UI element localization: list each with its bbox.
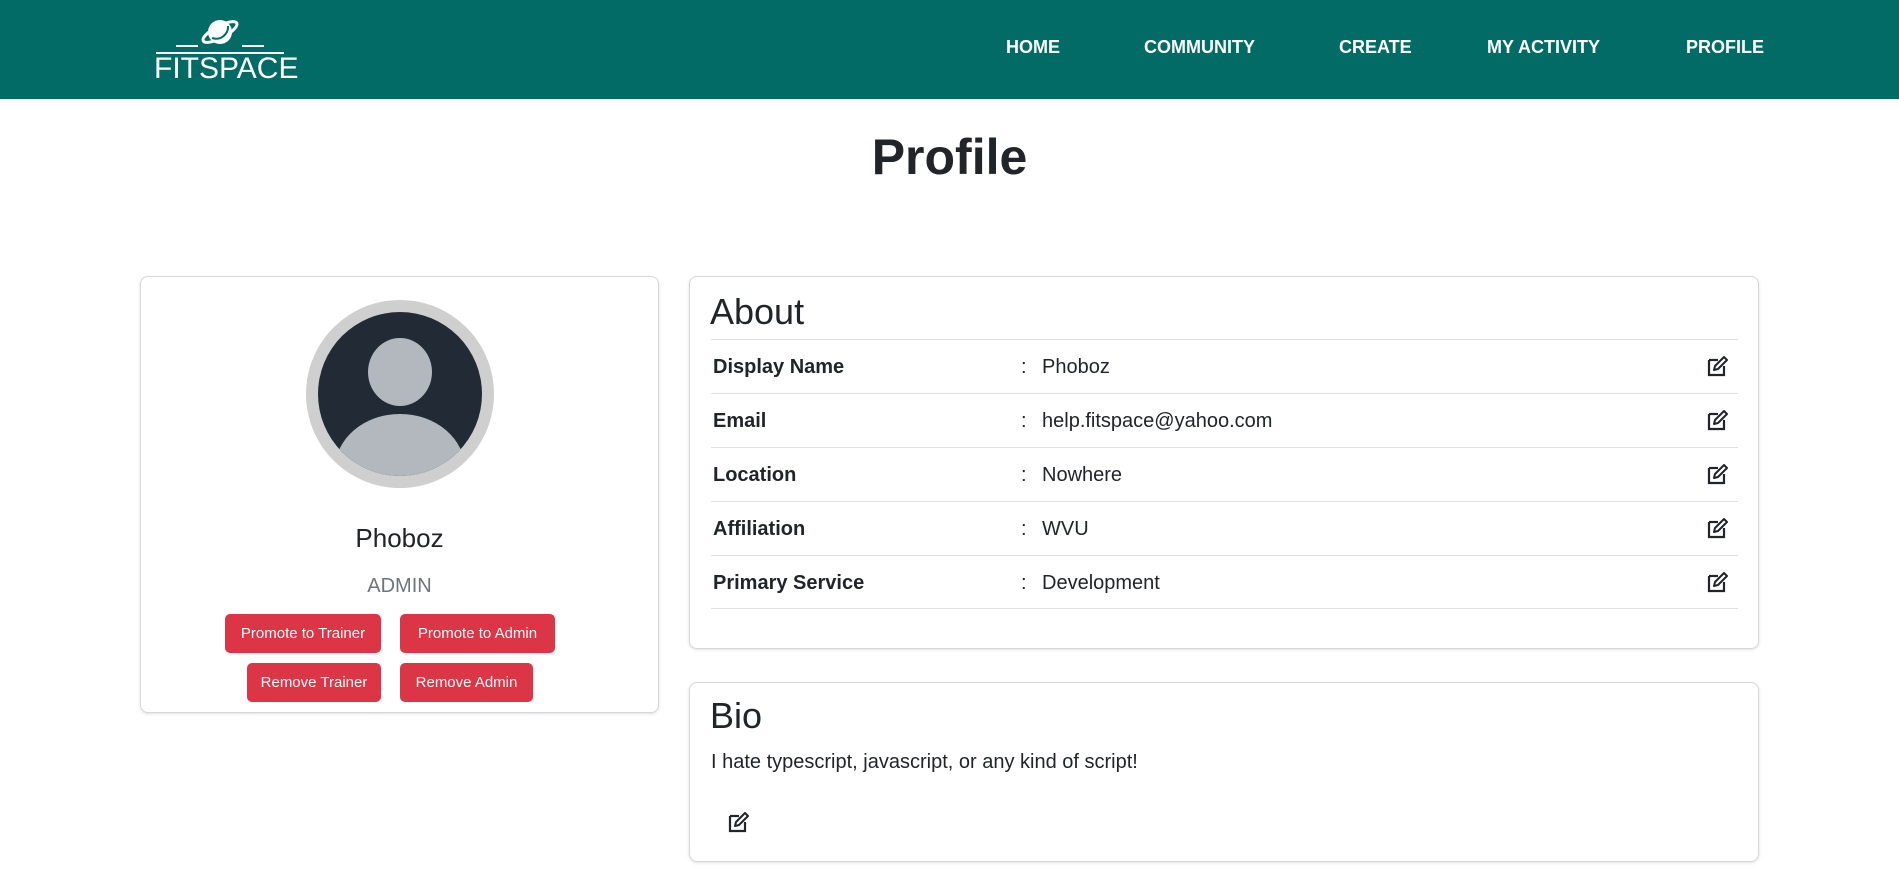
user-name: Phoboz (355, 523, 444, 553)
about-row-location: Location : Nowhere (711, 447, 1738, 501)
about-row-primary-service: Primary Service : Development (711, 555, 1738, 609)
promote-trainer-button[interactable]: Promote to Trainer (225, 614, 381, 653)
nav-home[interactable]: HOME (1006, 37, 1060, 58)
avatar (306, 300, 494, 488)
row-separator: : (1021, 518, 1027, 540)
nav-my-activity[interactable]: MY ACTIVITY (1487, 37, 1600, 58)
user-card: Phoboz ADMIN Promote to Trainer Promote … (140, 276, 659, 713)
edit-icon[interactable] (725, 810, 751, 836)
navbar: FITSPACE HOME COMMUNITY CREATE MY ACTIVI… (0, 0, 1899, 99)
edit-icon[interactable] (1704, 516, 1730, 542)
row-separator: : (1021, 572, 1027, 594)
row-separator: : (1021, 356, 1027, 378)
planet-icon (156, 20, 284, 54)
remove-admin-button[interactable]: Remove Admin (400, 663, 533, 702)
page-title: Profile (871, 129, 1028, 185)
row-label: Display Name (713, 356, 845, 378)
bio-text: I hate typescript, javascript, or any ki… (711, 751, 1138, 773)
edit-icon[interactable] (1704, 408, 1730, 434)
logo-text: FITSPACE (154, 52, 299, 85)
about-row-email: Email : help.fitspace@yahoo.com (711, 393, 1738, 447)
avatar-body (335, 414, 465, 476)
about-card: About Display Name : Phoboz Email : help… (689, 276, 1759, 649)
nav-community[interactable]: COMMUNITY (1144, 37, 1255, 58)
edit-icon[interactable] (1704, 354, 1730, 380)
edit-icon[interactable] (1704, 462, 1730, 488)
row-separator: : (1021, 464, 1027, 486)
row-label: Affiliation (713, 518, 806, 540)
row-label: Location (713, 464, 797, 486)
user-silhouette-icon (318, 312, 482, 476)
promote-admin-button[interactable]: Promote to Admin (400, 614, 555, 653)
about-title: About (710, 291, 805, 332)
row-value: Nowhere (1042, 464, 1123, 486)
edit-icon[interactable] (1704, 570, 1730, 596)
remove-trainer-button[interactable]: Remove Trainer (247, 663, 381, 702)
about-row-affiliation: Affiliation : WVU (711, 501, 1738, 555)
row-label: Email (713, 410, 767, 432)
user-role: ADMIN (367, 575, 432, 597)
row-label: Primary Service (713, 572, 865, 594)
bio-card: Bio I hate typescript, javascript, or an… (689, 682, 1759, 862)
row-value: help.fitspace@yahoo.com (1042, 410, 1273, 432)
nav-profile[interactable]: PROFILE (1686, 37, 1764, 58)
nav-create[interactable]: CREATE (1339, 37, 1412, 58)
bio-title: Bio (710, 695, 763, 736)
row-value: Phoboz (1042, 356, 1110, 378)
about-row-display-name: Display Name : Phoboz (711, 339, 1738, 393)
row-value: Development (1042, 572, 1160, 594)
fitspace-logo[interactable]: FITSPACE (154, 14, 299, 86)
avatar-head (368, 338, 432, 406)
row-separator: : (1021, 410, 1027, 432)
row-value: WVU (1042, 518, 1089, 540)
